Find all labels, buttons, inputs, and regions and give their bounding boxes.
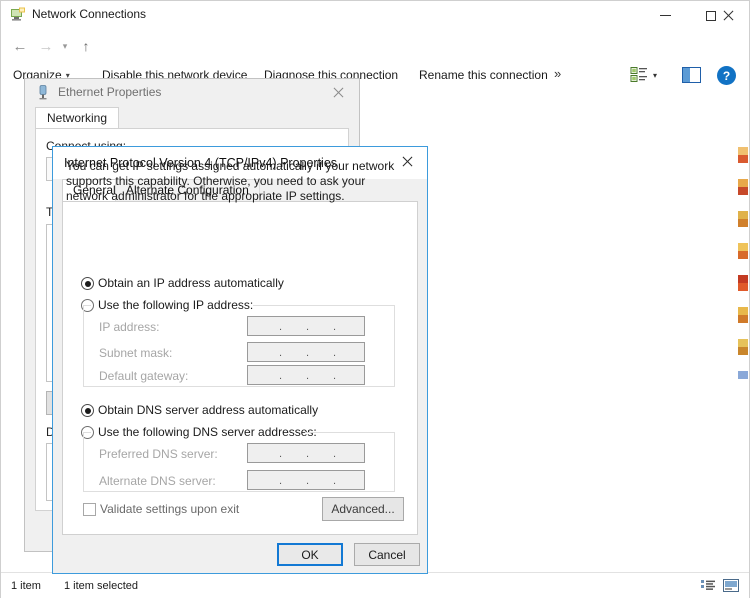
default-gateway-input[interactable]: . . . — [247, 365, 365, 385]
octet-separator: . — [333, 448, 337, 460]
advanced-button[interactable]: Advanced... — [322, 497, 404, 521]
ip-address-input[interactable]: . . . — [247, 316, 365, 336]
up-button[interactable]: ↑ — [73, 31, 99, 61]
validate-settings-checkbox[interactable] — [83, 503, 96, 516]
status-selected-count: 1 item selected — [64, 580, 138, 592]
octet-separator: . — [306, 475, 310, 487]
close-icon — [332, 87, 344, 99]
rename-connection-button[interactable]: Rename this connection — [419, 68, 548, 82]
octet-separator: . — [306, 448, 310, 460]
view-options-chevron-down-icon[interactable]: ▾ — [653, 71, 657, 80]
recent-locations-button[interactable]: ▾ — [57, 31, 73, 61]
octet-separator: . — [279, 347, 283, 359]
octet-separator: . — [333, 321, 337, 333]
group-border-left — [83, 432, 91, 433]
view-list-icon[interactable] — [630, 66, 648, 84]
minimize-icon — [660, 15, 671, 16]
ethernet-dialog-title-bar: Ethernet Properties — [25, 79, 359, 107]
ip-address-label: IP address: — [99, 320, 160, 334]
octet-separator: . — [306, 321, 310, 333]
octet-separator: . — [333, 475, 337, 487]
navigation-bar: ← → ▾ ↑ «Network and Internet›Network Co… — [1, 31, 749, 88]
large-icons-view-icon[interactable] — [723, 579, 739, 592]
subnet-mask-label: Subnet mask: — [99, 346, 173, 360]
alternate-dns-label: Alternate DNS server: — [99, 474, 216, 488]
octet-separator: . — [333, 370, 337, 382]
radio-obtain-ip-automatically[interactable] — [81, 277, 94, 290]
radio-obtain-ip-automatically-label: Obtain an IP address automatically — [98, 276, 284, 290]
group-border-left — [83, 305, 91, 306]
network-connections-icon — [11, 7, 25, 21]
validate-settings-label: Validate settings upon exit — [100, 502, 240, 516]
ipv4-cancel-button[interactable]: Cancel — [354, 543, 420, 566]
close-icon — [401, 156, 413, 168]
ethernet-dialog-title: Ethernet Properties — [58, 85, 162, 99]
default-gateway-label: Default gateway: — [99, 369, 189, 383]
more-commands-button[interactable]: » — [554, 66, 561, 81]
ipv4-properties-dialog: Internet Protocol Version 4 (TCP/IPv4) P… — [52, 146, 428, 574]
ethernet-dialog-tabstrip: Networking — [25, 107, 359, 129]
screen: Network Connections ← → ▾ ↑ «Netw — [0, 0, 750, 599]
group-border-right — [253, 305, 395, 306]
octet-separator: . — [279, 475, 283, 487]
ipv4-ok-button[interactable]: OK — [277, 543, 343, 566]
help-icon[interactable]: ? — [717, 66, 736, 85]
status-bar: 1 item 1 item selected — [1, 572, 749, 599]
preferred-dns-input[interactable]: . . . — [247, 443, 365, 463]
octet-separator: . — [333, 347, 337, 359]
alternate-dns-input[interactable]: . . . — [247, 470, 365, 490]
close-button[interactable] — [706, 1, 750, 30]
octet-separator: . — [306, 347, 310, 359]
octet-separator: . — [279, 448, 283, 460]
close-icon — [722, 10, 734, 22]
preview-pane-icon[interactable] — [682, 67, 701, 83]
title-bar: Network Connections — [1, 1, 749, 30]
ethernet-dialog-close-button[interactable] — [323, 83, 353, 103]
tab-networking[interactable]: Networking — [35, 107, 120, 129]
network-adapter-icon — [39, 85, 47, 100]
subnet-mask-input[interactable]: . . . — [247, 342, 365, 362]
radio-obtain-dns-automatically-label: Obtain DNS server address automatically — [98, 403, 319, 417]
octet-separator: . — [279, 370, 283, 382]
background-content-sliver — [738, 91, 748, 491]
forward-button[interactable]: → — [33, 31, 59, 61]
octet-separator: . — [306, 370, 310, 382]
group-border-right — [305, 432, 395, 433]
preferred-dns-label: Preferred DNS server: — [99, 447, 218, 461]
ipv4-intro-text: You can get IP settings assigned automat… — [66, 159, 395, 203]
status-item-count: 1 item — [11, 580, 41, 592]
radio-obtain-dns-automatically[interactable] — [81, 404, 94, 417]
ipv4-dialog-footer: OK Cancel — [53, 543, 427, 573]
octet-separator: . — [279, 321, 283, 333]
details-view-icon[interactable] — [701, 579, 716, 592]
back-button[interactable]: ← — [7, 31, 33, 61]
window-title: Network Connections — [32, 7, 147, 21]
minimize-button[interactable] — [643, 1, 688, 30]
